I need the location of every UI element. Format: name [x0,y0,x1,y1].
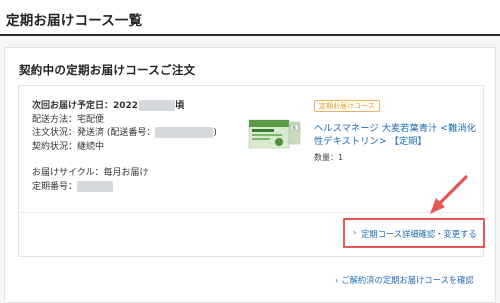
annotation-arrow-icon [430,175,468,214]
page: 定期お届けコース一覧 契約中の定期お届けコースご注文 次回お届け予定日：2022… [0,0,500,303]
